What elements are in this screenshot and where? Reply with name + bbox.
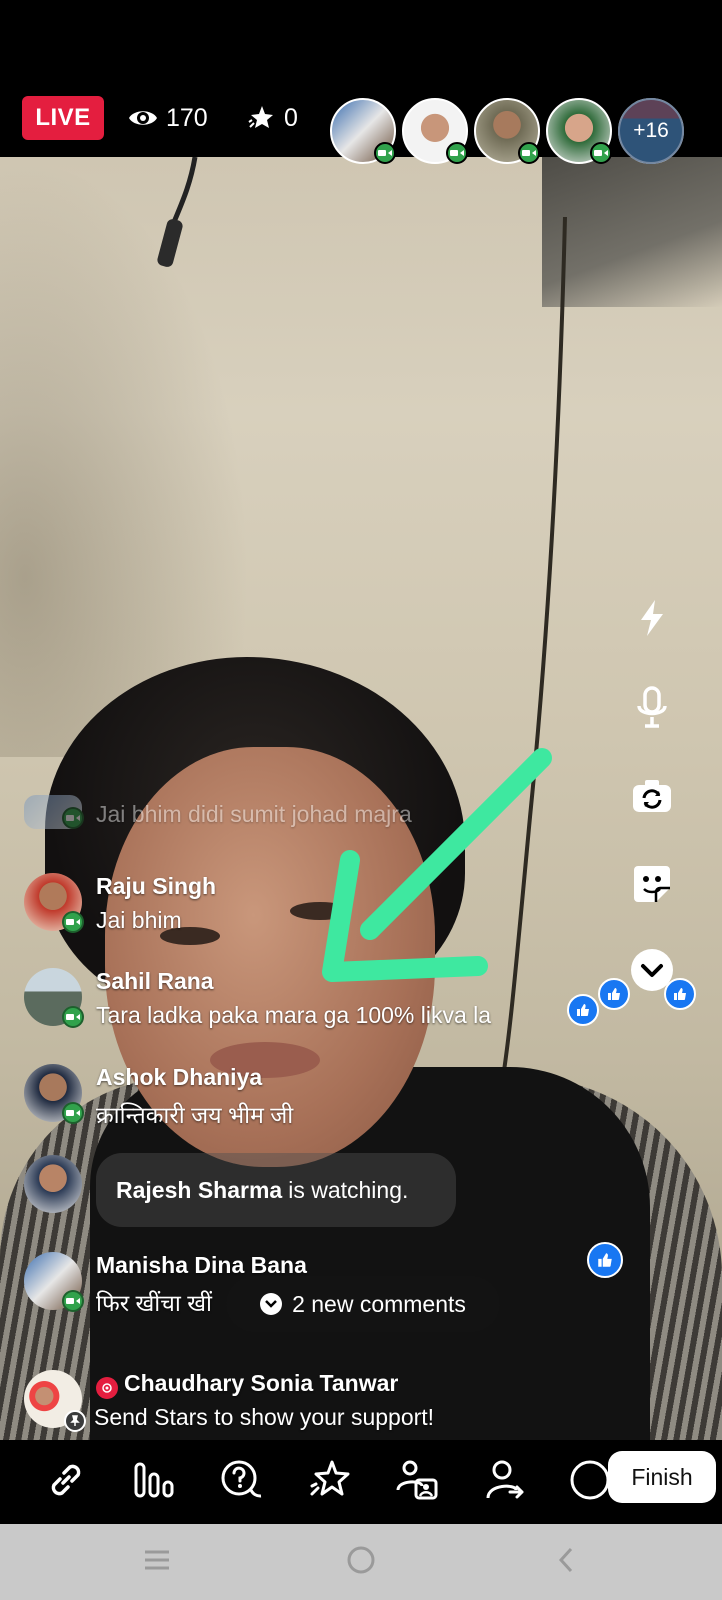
comment-text: Jai bhim didi sumit johad majra	[96, 801, 412, 827]
microphone-button[interactable]	[626, 684, 678, 736]
top-bar: LIVE 170 0 +16	[0, 0, 722, 164]
flash-icon	[635, 598, 669, 643]
flip-camera-icon	[631, 778, 673, 819]
stars-count-value: 0	[284, 103, 298, 132]
commenter-name[interactable]: Ashok Dhaniya	[96, 1064, 262, 1091]
stars-button[interactable]	[304, 1456, 356, 1508]
home-icon	[346, 1545, 376, 1580]
video-camera-icon	[62, 807, 84, 829]
watcher-name: Rajesh Sharma	[116, 1176, 283, 1203]
avatar	[24, 1155, 82, 1213]
new-comments-button[interactable]: 2 new comments	[226, 1276, 500, 1332]
comment-text: Tara ladka paka mara ga 100% likva la	[96, 1002, 492, 1028]
new-comments-label: 2 new comments	[292, 1290, 466, 1317]
questions-button[interactable]	[216, 1456, 268, 1508]
pinned-comment[interactable]: Chaudhary Sonia Tanwar Send Stars to sho…	[24, 1370, 624, 1442]
flash-button[interactable]	[626, 594, 678, 646]
watching-suffix: is watching.	[288, 1176, 409, 1203]
video-camera-icon	[590, 142, 612, 164]
like-reaction-icon	[664, 978, 696, 1010]
home-button[interactable]	[343, 1544, 379, 1580]
link-icon	[45, 1459, 87, 1506]
participant-avatar[interactable]	[330, 98, 396, 164]
comment-item[interactable]: Ashok Dhaniya क्रान्तिकारी जय भीम जी	[24, 1064, 624, 1134]
watching-notice: Rajesh Sharma is watching.	[96, 1153, 456, 1227]
viewer-count-value: 170	[166, 103, 208, 132]
sticker-icon	[632, 864, 672, 909]
invite-button[interactable]	[480, 1456, 532, 1508]
video-camera-icon	[518, 142, 540, 164]
video-camera-icon	[62, 911, 84, 933]
chevron-down-icon	[260, 1293, 283, 1315]
video-camera-icon	[62, 1006, 84, 1028]
comment-item[interactable]: Raju Singh Jai bhim	[24, 873, 624, 943]
cable-plug	[157, 157, 198, 267]
commenter-name[interactable]: Sahil Rana	[96, 968, 214, 995]
poll-icon	[132, 1460, 176, 1505]
flip-camera-button[interactable]	[626, 772, 678, 824]
link-button[interactable]	[40, 1456, 92, 1508]
comment-text: क्रान्तिकारी जय भीम जी	[96, 1102, 294, 1128]
comment-item[interactable]: Jai bhim didi sumit johad majra	[24, 795, 624, 835]
bottom-toolbar: Finish	[0, 1440, 722, 1524]
video-camera-icon	[446, 142, 468, 164]
microphone-icon	[635, 685, 669, 735]
commenter-name[interactable]: Manisha Dina Bana	[96, 1252, 307, 1279]
recents-button[interactable]	[139, 1544, 175, 1580]
invite-icon	[484, 1458, 528, 1507]
video-camera-icon	[62, 1102, 84, 1124]
comment-text: Send Stars to show your support!	[94, 1404, 435, 1430]
commenter-name[interactable]: Chaudhary Sonia Tanwar	[96, 1370, 398, 1399]
guest-button[interactable]	[392, 1456, 444, 1508]
participant-avatar[interactable]	[474, 98, 540, 164]
stars-icon	[246, 103, 276, 133]
participant-avatar[interactable]	[402, 98, 468, 164]
like-reaction-icon	[567, 994, 599, 1026]
live-badge: LIVE	[22, 96, 104, 140]
participant-avatar[interactable]	[546, 98, 612, 164]
comment-text: Jai bhim	[96, 907, 182, 933]
question-icon	[219, 1458, 265, 1507]
back-icon	[556, 1546, 576, 1579]
like-reaction-icon	[587, 1242, 623, 1278]
stars-count[interactable]: 0	[246, 100, 298, 136]
more-participants[interactable]: +16	[618, 98, 684, 164]
stars-icon	[308, 1458, 352, 1507]
back-button[interactable]	[548, 1544, 584, 1580]
comment-item[interactable]: Sahil Rana Tara ladka paka mara ga 100% …	[24, 968, 624, 1038]
sticker-button[interactable]	[626, 860, 678, 912]
system-nav-bar	[0, 1524, 722, 1600]
video-camera-icon	[62, 1290, 84, 1312]
circle-icon	[568, 1458, 612, 1507]
like-reaction-icon	[598, 978, 630, 1010]
finish-button[interactable]: Finish	[608, 1451, 716, 1503]
commenter-name[interactable]: Raju Singh	[96, 873, 216, 900]
pin-icon	[64, 1410, 86, 1432]
comment-text: फिर खींचा खीं	[96, 1290, 212, 1316]
video-camera-icon	[374, 142, 396, 164]
eye-icon	[128, 107, 158, 129]
viewer-count[interactable]: 170	[128, 100, 208, 136]
annotation-arrow	[322, 748, 552, 982]
more-participants-count: +16	[618, 98, 684, 164]
poll-button[interactable]	[128, 1456, 180, 1508]
guest-icon	[396, 1458, 440, 1507]
watcher-avatar-item[interactable]	[24, 1155, 84, 1215]
recents-icon	[143, 1549, 171, 1576]
stars-badge-icon	[96, 1377, 118, 1399]
